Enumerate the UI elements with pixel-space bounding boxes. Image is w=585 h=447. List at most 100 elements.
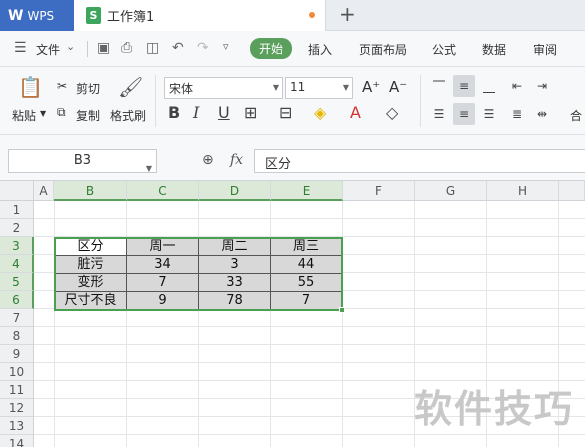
row-header-10[interactable]: 10 [0,363,34,381]
copy-icon[interactable]: ⧉ [57,105,66,120]
border-icon[interactable]: ⊞ [244,103,257,122]
column-header-f[interactable]: F [343,181,415,201]
row-header-7[interactable]: 7 [0,309,34,327]
menu-insert[interactable]: 插入 [308,41,332,58]
cell-c5[interactable]: 7 [127,274,199,292]
row-header-1[interactable]: 1 [0,201,34,219]
cell-e5[interactable]: 55 [271,274,342,292]
menu-page-layout[interactable]: 页面布局 [359,41,407,58]
menu-review[interactable]: 审阅 [533,41,557,58]
paste-icon[interactable]: 📋 [18,75,43,99]
save-icon[interactable]: ▣ [97,40,110,56]
cell-e6[interactable]: 7 [271,292,342,310]
formula-bar: B3 ▼ ⊕ fx 区分 [0,135,585,181]
cell-b6[interactable]: 尺寸不良 [55,292,127,310]
cell-style-icon[interactable]: ⊟ [279,103,292,122]
chevron-down-icon[interactable]: ⌄ [66,40,75,53]
align-top-icon[interactable]: ⎺ [428,75,450,97]
wps-logo-icon: W [8,7,24,24]
file-menu[interactable]: 文件 [36,41,60,58]
cell-e3-header[interactable]: 周三 [271,238,342,256]
app-name: WPS [27,8,55,23]
scissors-icon[interactable]: ✂ [57,79,67,93]
font-size-select[interactable]: 11 ▼ [285,77,353,99]
align-center-icon[interactable]: ≡ [453,103,475,125]
increase-font-icon[interactable]: A⁺ [362,78,380,96]
format-painter-button[interactable]: 格式刷 [110,107,146,124]
row-header-13[interactable]: 13 [0,417,34,435]
increase-indent-icon[interactable]: ⇥ [531,75,553,97]
row-header-3[interactable]: 3 [0,237,34,255]
document-tab[interactable]: S 工作簿1 [74,0,326,31]
paste-button[interactable]: 粘贴 [12,107,36,124]
row-header-12[interactable]: 12 [0,399,34,417]
undo-icon[interactable]: ↶ [172,40,184,56]
cell-b3-header[interactable]: 区分 [55,238,127,256]
spreadsheet-icon: S [86,7,101,24]
decrease-indent-icon[interactable]: ⇤ [506,75,528,97]
new-tab-button[interactable]: + [339,2,356,26]
copy-button[interactable]: 复制 [76,107,100,124]
cell-e4[interactable]: 44 [271,256,342,274]
cell-b5[interactable]: 变形 [55,274,127,292]
redo-icon[interactable]: ↷ [197,40,209,56]
format-painter-icon[interactable]: 🖌 [118,75,143,99]
font-name-select[interactable]: 宋体 ▼ [164,77,283,99]
column-header-h[interactable]: H [487,181,559,201]
eraser-icon[interactable]: ◇ [386,103,398,122]
align-right-icon[interactable]: ☰ [478,103,500,125]
cell-b4[interactable]: 脏污 [55,256,127,274]
distributed-icon[interactable]: ⇹ [531,103,553,125]
column-header-g[interactable]: G [415,181,487,201]
menu-formula[interactable]: 公式 [432,41,456,58]
column-header-b[interactable]: B [54,181,127,201]
bold-icon[interactable]: B [168,103,180,122]
row-header-14[interactable]: 14 [0,435,34,447]
align-bottom-icon[interactable]: ⎽ [478,75,500,97]
formula-input[interactable]: 区分 [254,149,585,173]
align-middle-icon[interactable]: ≡ [453,75,475,97]
font-color-icon[interactable]: A [350,103,361,122]
cell-d4[interactable]: 3 [199,256,271,274]
row-header-8[interactable]: 8 [0,327,34,345]
zoom-icon[interactable]: ⊕ [202,152,214,168]
merge-button[interactable]: 合 [570,107,582,124]
print-preview-icon[interactable]: ◫ [146,40,159,56]
column-header-d[interactable]: D [199,181,271,201]
menu-start[interactable]: 开始 [250,38,292,59]
row-header-6[interactable]: 6 [0,291,34,309]
customize-toolbar-icon[interactable]: ▿ [223,40,229,53]
decrease-font-icon[interactable]: A⁻ [389,78,407,96]
row-header-11[interactable]: 11 [0,381,34,399]
name-box[interactable]: B3 ▼ [8,149,157,173]
function-icon[interactable]: fx [230,152,243,168]
print-icon[interactable]: ⎙ [121,40,132,56]
fill-handle[interactable] [339,307,345,313]
column-header-a[interactable]: A [34,181,54,201]
select-all-corner[interactable] [0,181,34,201]
cell-d5[interactable]: 33 [199,274,271,292]
column-header-c[interactable]: C [127,181,199,201]
menu-data[interactable]: 数据 [482,41,506,58]
italic-icon[interactable]: I [193,103,199,122]
align-left-icon[interactable]: ☰ [428,103,450,125]
divider [87,41,88,57]
cell-c4[interactable]: 34 [127,256,199,274]
cell-d6[interactable]: 78 [199,292,271,310]
column-header-i[interactable] [559,181,585,201]
row-header-4[interactable]: 4 [0,255,34,273]
fill-color-icon[interactable]: ◈ [314,103,326,122]
chevron-down-icon[interactable]: ▼ [40,109,46,118]
cell-c6[interactable]: 9 [127,292,199,310]
underline-icon[interactable]: U [218,103,230,122]
row-header-2[interactable]: 2 [0,219,34,237]
column-header-e[interactable]: E [271,181,343,201]
cell-c3-header[interactable]: 周一 [127,238,199,256]
row-header-9[interactable]: 9 [0,345,34,363]
hamburger-menu-icon[interactable]: ☰ [14,40,27,56]
wps-home-tab[interactable]: W WPS [0,0,74,31]
cell-d3-header[interactable]: 周二 [199,238,271,256]
justify-icon[interactable]: ≣ [506,103,528,125]
cut-button[interactable]: 剪切 [76,80,100,97]
row-header-5[interactable]: 5 [0,273,34,291]
